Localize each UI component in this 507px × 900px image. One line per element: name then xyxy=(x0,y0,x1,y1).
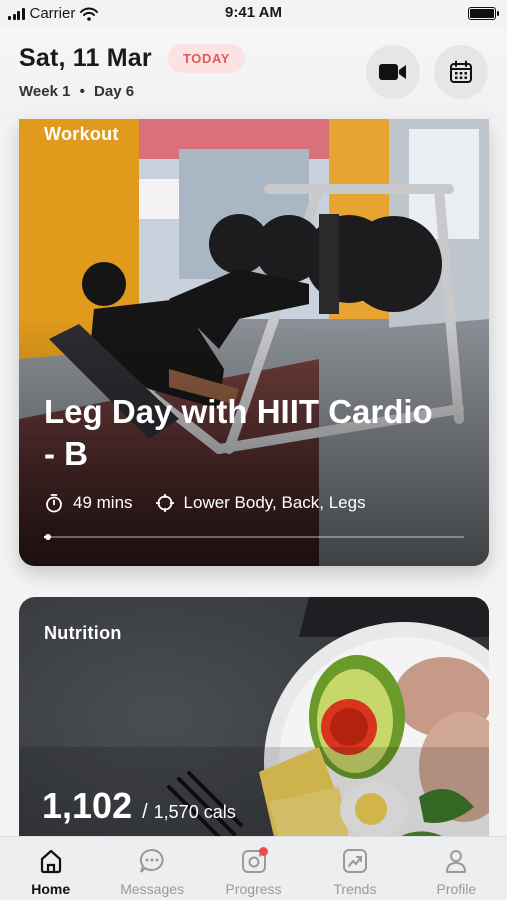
workout-card-label: Workout xyxy=(44,124,119,144)
trend-chart-icon xyxy=(341,847,369,875)
bottom-tab-bar: Home Messages Progress Trends Profile xyxy=(0,836,507,900)
today-badge[interactable]: TODAY xyxy=(168,44,246,73)
day-header: Sat, 11 Mar TODAY Week 1 • Day 6 xyxy=(0,28,507,120)
tab-profile[interactable]: Profile xyxy=(406,837,507,900)
calories-separator: / xyxy=(142,801,148,823)
workout-title: Leg Day with HIIT Cardio - B xyxy=(44,393,433,472)
tab-home[interactable]: Home xyxy=(0,837,101,900)
calories-target: 1,570 cals xyxy=(153,802,236,822)
calorie-summary: 1,102 / 1,570 cals xyxy=(42,785,236,827)
calendar-icon xyxy=(450,60,472,83)
workout-progress-bar xyxy=(44,534,464,540)
stopwatch-icon xyxy=(46,494,62,513)
video-call-button[interactable] xyxy=(366,45,420,99)
home-icon xyxy=(37,847,65,875)
week-day-info: Week 1 • Day 6 xyxy=(19,83,134,100)
tab-label: Home xyxy=(31,881,71,897)
tab-trends[interactable]: Trends xyxy=(304,837,405,900)
nutrition-card-label: Nutrition xyxy=(44,623,122,643)
workout-focus-text: Lower Body, Back, Legs xyxy=(183,493,366,512)
tab-label: Trends xyxy=(333,881,377,897)
week-day-separator: • xyxy=(79,83,85,100)
tab-progress[interactable]: Progress xyxy=(203,837,304,900)
week-label: Week 1 xyxy=(19,83,71,100)
workout-card[interactable]: Workout Leg Day with HIIT Cardio - B 49 … xyxy=(19,119,489,566)
workout-duration-text: 49 mins xyxy=(73,493,133,512)
tab-label: Profile xyxy=(436,881,477,897)
calories-consumed: 1,102 xyxy=(42,785,133,826)
target-icon xyxy=(155,494,174,512)
video-camera-icon xyxy=(379,64,406,80)
progress-notification-dot xyxy=(258,847,268,856)
tab-label: Progress xyxy=(225,881,282,897)
tab-label: Messages xyxy=(120,881,185,897)
status-bar: Carrier 9:41 AM xyxy=(0,0,507,28)
status-time: 9:41 AM xyxy=(225,4,282,21)
tab-messages[interactable]: Messages xyxy=(101,837,202,900)
chat-bubble-icon xyxy=(138,847,166,875)
day-label: Day 6 xyxy=(94,83,135,100)
calendar-button[interactable] xyxy=(434,45,488,99)
workout-meta: 49 mins Lower Body, Back, Legs xyxy=(44,493,388,513)
battery-icon xyxy=(468,7,499,20)
workout-duration: 49 mins xyxy=(44,493,133,513)
workout-focus: Lower Body, Back, Legs xyxy=(155,493,366,513)
camera-icon xyxy=(240,847,268,875)
page-title-date: Sat, 11 Mar xyxy=(19,44,152,72)
person-icon xyxy=(442,847,470,875)
